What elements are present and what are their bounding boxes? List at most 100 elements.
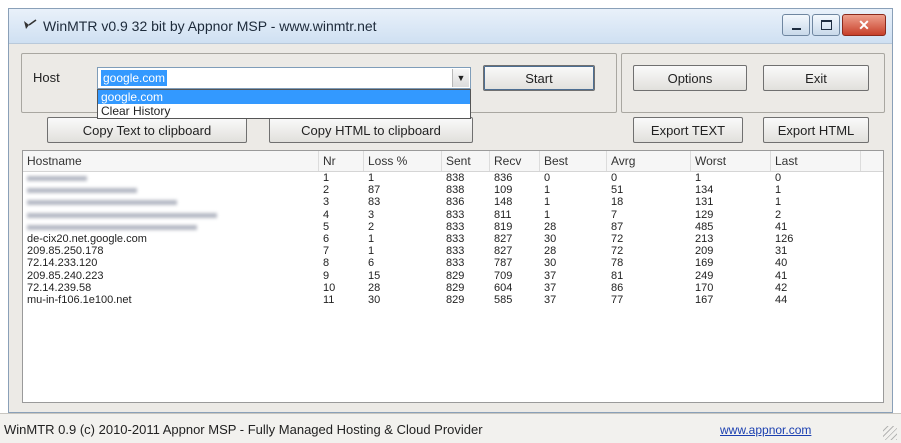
- cell-best: 28: [544, 220, 557, 233]
- redacted-hostname: [27, 176, 87, 181]
- dropdown-item-clear-history[interactable]: Clear History: [98, 104, 470, 118]
- cell-avrg: 81: [611, 269, 624, 282]
- table-row[interactable]: 72.14.239.58 10 28 829 604 37 86 170 42: [23, 282, 883, 294]
- col-avrg[interactable]: Avrg: [607, 151, 691, 171]
- table-row[interactable]: 5 2 833 819 28 87 485 41: [23, 221, 883, 233]
- cell-avrg: 0: [611, 172, 618, 184]
- col-last[interactable]: Last: [771, 151, 861, 171]
- cell-loss: 30: [368, 293, 381, 306]
- cell-sent: 833: [446, 257, 465, 270]
- cell-sent: 833: [446, 245, 465, 258]
- cell-avrg: 51: [611, 184, 624, 197]
- minimize-button[interactable]: [782, 14, 810, 36]
- cell-nr: 7: [323, 245, 330, 258]
- cell-recv: 109: [494, 184, 513, 197]
- cell-loss: 15: [368, 269, 381, 282]
- cell-nr: 11: [323, 293, 335, 306]
- cell-last: 41: [775, 269, 788, 282]
- col-loss[interactable]: Loss %: [364, 151, 442, 171]
- maximize-icon: [820, 20, 832, 30]
- cell-avrg: 72: [611, 232, 624, 245]
- copy-html-button[interactable]: Copy HTML to clipboard: [269, 117, 473, 143]
- cell-loss: 1: [368, 232, 375, 245]
- cell-avrg: 86: [611, 281, 624, 294]
- cell-avrg: 78: [611, 257, 624, 270]
- start-button[interactable]: Start: [483, 65, 595, 91]
- cell-last: 44: [775, 293, 788, 306]
- cell-loss: 83: [368, 196, 381, 209]
- copy-text-button[interactable]: Copy Text to clipboard: [47, 117, 247, 143]
- cell-host: [23, 196, 177, 208]
- cell-recv: 787: [494, 257, 513, 270]
- status-text: WinMTR 0.9 (c) 2010-2011 Appnor MSP - Fu…: [4, 422, 483, 437]
- cell-best: 37: [544, 269, 557, 282]
- cell-recv: 585: [494, 293, 513, 306]
- col-hostname[interactable]: Hostname: [23, 151, 319, 171]
- export-html-button[interactable]: Export HTML: [763, 117, 869, 143]
- cell-loss: 87: [368, 184, 381, 197]
- table-row[interactable]: 209.85.250.178 7 1 833 827 28 72 209 31: [23, 245, 883, 257]
- table-body: 1 1 838 836 0 0 1 0 2 87 838 109 1 51 134 1 3 83 836 148 1 18…: [23, 172, 883, 306]
- cell-nr: 4: [323, 208, 330, 221]
- cell-nr: 3: [323, 196, 330, 209]
- website-link[interactable]: www.appnor.com: [720, 423, 811, 437]
- cell-last: 1: [775, 184, 782, 197]
- cell-sent: 836: [446, 196, 465, 209]
- cell-sent: 838: [446, 172, 465, 184]
- title-bar[interactable]: WinMTR v0.9 32 bit by Appnor MSP - www.w…: [9, 9, 892, 44]
- export-text-button[interactable]: Export TEXT: [633, 117, 743, 143]
- table-row[interactable]: mu-in-f106.1e100.net 11 30 829 585 37 77 167 44: [23, 294, 883, 306]
- table-row[interactable]: 209.85.240.223 9 15 829 709 37 81 249 41: [23, 270, 883, 282]
- resize-grip-icon[interactable]: [883, 426, 897, 440]
- cell-host: [23, 184, 137, 196]
- cell-nr: 2: [323, 184, 330, 197]
- cell-loss: 3: [368, 208, 375, 221]
- options-button[interactable]: Options: [633, 65, 747, 91]
- table-row[interactable]: 72.14.233.120 8 6 833 787 30 78 169 40: [23, 257, 883, 269]
- redacted-hostname: [27, 212, 217, 218]
- cell-avrg: 87: [611, 220, 624, 233]
- cell-loss: 28: [368, 281, 381, 294]
- dropdown-item-host[interactable]: google.com: [98, 90, 470, 104]
- col-recv[interactable]: Recv: [490, 151, 540, 171]
- close-button[interactable]: ✕: [842, 14, 886, 36]
- minimize-icon: [791, 28, 801, 30]
- table-row[interactable]: 2 87 838 109 1 51 134 1: [23, 184, 883, 196]
- exit-button[interactable]: Exit: [763, 65, 869, 91]
- chevron-down-icon[interactable]: ▼: [452, 69, 469, 87]
- cell-recv: 709: [494, 269, 513, 282]
- cell-recv: 811: [494, 208, 512, 221]
- cell-sent: 833: [446, 208, 465, 221]
- cell-nr: 10: [323, 281, 336, 294]
- table-row[interactable]: de-cix20.net.google.com 6 1 833 827 30 72 213 12…: [23, 233, 883, 245]
- cell-recv: 836: [494, 172, 513, 184]
- maximize-button[interactable]: [812, 14, 840, 36]
- col-sent[interactable]: Sent: [442, 151, 490, 171]
- host-input[interactable]: google.com: [101, 70, 168, 86]
- cell-worst: 1: [695, 172, 702, 184]
- cell-recv: 604: [494, 281, 513, 294]
- host-combobox[interactable]: google.com ▼: [97, 67, 471, 89]
- cell-worst: 129: [695, 208, 714, 221]
- table-row[interactable]: 1 1 838 836 0 0 1 0: [23, 172, 883, 184]
- col-best[interactable]: Best: [540, 151, 607, 171]
- cell-loss: 1: [368, 245, 375, 258]
- cell-last: 1: [775, 196, 782, 209]
- col-worst[interactable]: Worst: [691, 151, 771, 171]
- cell-host: [23, 172, 87, 184]
- cell-best: 37: [544, 293, 557, 306]
- redacted-hostname: [27, 224, 197, 230]
- cell-best: 30: [544, 232, 557, 245]
- redacted-hostname: [27, 200, 177, 206]
- results-table[interactable]: Hostname Nr Loss % Sent Recv Best Avrg W…: [22, 150, 884, 403]
- table-row[interactable]: 3 83 836 148 1 18 131 1: [23, 196, 883, 208]
- cell-last: 0: [775, 172, 782, 184]
- cell-last: 40: [775, 257, 788, 270]
- cell-worst: 209: [695, 245, 714, 258]
- cell-last: 2: [775, 208, 782, 221]
- cell-best: 28: [544, 245, 557, 258]
- table-row[interactable]: 4 3 833 811 1 7 129 2: [23, 209, 883, 221]
- col-nr[interactable]: Nr: [319, 151, 364, 171]
- cell-host: [23, 221, 197, 233]
- redacted-hostname: [27, 188, 137, 194]
